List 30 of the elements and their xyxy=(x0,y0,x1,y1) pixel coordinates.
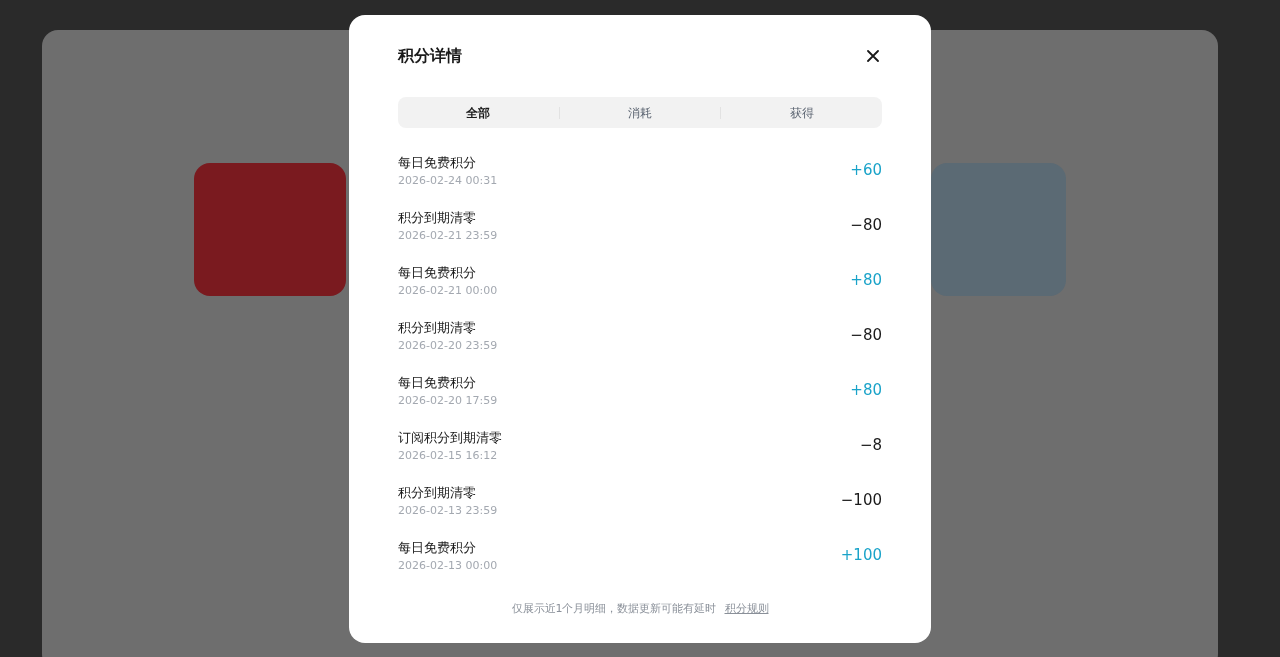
record-title: 积分到期清零 xyxy=(398,208,477,226)
rules-link[interactable]: 积分规则 xyxy=(724,601,769,618)
tab[interactable]: 全部 xyxy=(398,97,559,128)
record-title: 每日免费积分 xyxy=(398,373,477,391)
points-amount: +80 xyxy=(850,380,882,402)
record-time: 2026-02-21 00:00 xyxy=(398,283,498,298)
record-time: 2026-02-20 17:59 xyxy=(398,393,498,408)
dialog-title: 积分详情 xyxy=(398,45,462,67)
tab[interactable]: 消耗 xyxy=(559,97,721,128)
points-amount: −8 xyxy=(859,435,882,457)
record-title: 每日免费积分 xyxy=(398,538,477,556)
record-title: 积分到期清零 xyxy=(398,483,477,501)
record-time: 2026-02-24 00:31 xyxy=(398,173,498,188)
points-amount: +100 xyxy=(840,545,882,567)
record-time: 2026-02-13 23:59 xyxy=(398,503,498,518)
record-title: 积分到期清零 xyxy=(398,318,477,336)
points-amount: −100 xyxy=(840,490,882,512)
record-time: 2026-02-15 16:12 xyxy=(398,448,499,463)
record-title: 每日免费积分 xyxy=(398,263,477,281)
record-time: 2026-02-20 23:59 xyxy=(398,338,498,353)
points-amount: −80 xyxy=(850,325,882,347)
record-time: 2026-02-13 00:00 xyxy=(398,558,498,573)
points-amount: +60 xyxy=(850,160,882,182)
record-time: 2026-02-21 23:59 xyxy=(398,228,498,243)
points-amount: −80 xyxy=(850,215,882,237)
points-amount: +80 xyxy=(850,270,882,292)
record-title: 每日免费积分 xyxy=(398,153,477,171)
record-title: 订阅积分到期清零 xyxy=(398,428,502,446)
tab[interactable]: 获得 xyxy=(721,97,882,128)
footer-note: 仅展示近1个月明细，数据更新可能有延时 xyxy=(511,601,717,617)
